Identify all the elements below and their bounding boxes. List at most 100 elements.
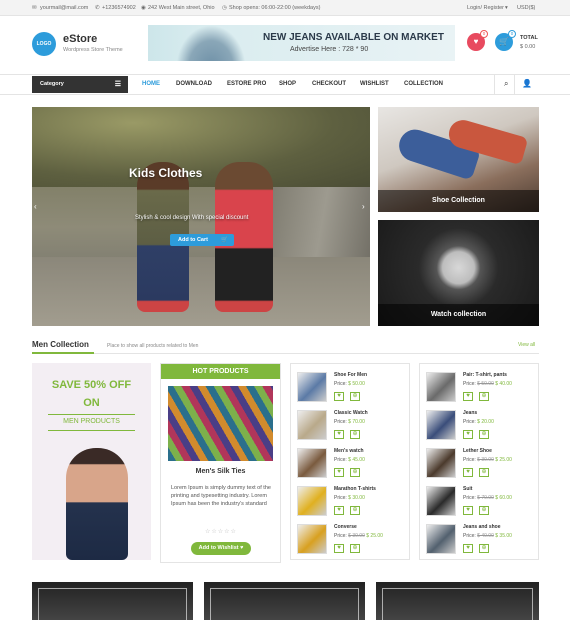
shoe-collection-tile[interactable]: Shoe Collection [378,107,539,212]
nav-shop[interactable]: SHOP [279,81,296,87]
wishlist-heart-icon[interactable]: ♥ [334,430,344,439]
product-thumbnail[interactable] [297,372,327,402]
price-label: Price: [334,419,347,425]
product-name[interactable]: Marathon T-shirts [334,486,376,492]
nav-divider [494,74,495,95]
product-name[interactable]: Pair: T-shirt, pants [463,372,507,378]
product-thumbnail[interactable] [297,524,327,554]
list-item[interactable]: Men's watch Price: $ 45.00 ♥ ⊕ [297,446,407,484]
product-name[interactable]: Men's watch [334,448,364,454]
list-item[interactable]: Jeans Price: $ 20.00 ♥ ⊕ [426,408,536,446]
product-price: Price: $ 20.00 [463,419,494,425]
cart-icon[interactable]: ⊕ [350,468,360,477]
cart-icon[interactable]: ⊕ [479,506,489,515]
wishlist-heart-icon[interactable]: ♥ [334,544,344,553]
list-item[interactable]: Marathon T-shirts Price: $ 30.00 ♥ ⊕ [297,484,407,522]
product-thumbnail[interactable] [297,410,327,440]
wishlist-heart-icon[interactable]: ♥ [463,468,473,477]
product-price: Price: $ 50.00 $ 40.00 [463,381,512,387]
currency-select[interactable]: USD($) [517,5,535,11]
product-thumbnail[interactable] [426,524,456,554]
current-price: $ 45.00 [348,457,365,463]
search-icon[interactable]: ⌕ [504,79,508,89]
category-label: Category [40,81,64,87]
product-name[interactable]: Jeans [463,410,477,416]
user-add-icon[interactable]: 👤 [522,79,532,88]
add-to-cart-button[interactable]: Add to Cart 🛒 [170,234,234,246]
product-name[interactable]: Converse [334,524,357,530]
list-item[interactable]: Shoe For Men Price: $ 50.00 ♥ ⊕ [297,370,407,408]
product-name[interactable]: Jeans and shoe [463,524,501,530]
wishlist-heart-icon[interactable]: ♥ [463,506,473,515]
cart-icon[interactable]: ⊕ [350,544,360,553]
logo[interactable]: LOGO [32,32,56,56]
product-price: Price: $ 50.00 [334,381,365,387]
current-price: $ 50.00 [348,381,365,387]
nav-collection[interactable]: COLLECTION [404,81,443,87]
list-item[interactable]: Converse Price: $ 30.00 $ 25.00 ♥ ⊕ [297,522,407,560]
cart-icon[interactable]: ⊕ [479,430,489,439]
phone-text: +1236574902 [102,5,136,11]
clock-icon: ◷ [222,5,227,11]
price-label: Price: [334,381,347,387]
product-thumbnail[interactable] [297,486,327,516]
nav-download[interactable]: DOWNLOAD [176,81,212,87]
category-dropdown[interactable]: Category ☰ [32,76,128,93]
list-item[interactable]: Jeans and shoe Price: $ 40.00 $ 35.00 ♥ ⊕ [426,522,536,560]
wishlist-heart-icon[interactable]: ♥ [463,430,473,439]
wishlist-heart-icon[interactable]: ♥ [463,392,473,401]
promo-rule [48,430,135,431]
list-item[interactable]: Suit Price: $ 70.00 $ 60.00 ♥ ⊕ [426,484,536,522]
cart-icon[interactable]: ⊕ [479,544,489,553]
slider-next-arrow[interactable]: › [362,202,365,211]
promo-banner[interactable]: SAVE 50% OFF ON MEN PRODUCTS [32,363,151,560]
list-item[interactable]: Lether Shoe Price: $ 30.00 $ 25.00 ♥ ⊕ [426,446,536,484]
current-price: $ 25.00 [366,533,383,539]
cart-icon[interactable]: ⊕ [350,430,360,439]
section-divider-accent [32,352,94,354]
email-text[interactable]: yourmail@mail.com [40,5,88,11]
bottom-banner-1[interactable] [32,582,193,620]
product-thumbnail[interactable] [426,448,456,478]
product-thumbnail[interactable] [297,448,327,478]
cart-icon[interactable]: ⊕ [350,506,360,515]
product-name[interactable]: Classic Watch [334,410,368,416]
product-name[interactable]: Shoe For Men [334,372,367,378]
hot-product-name[interactable]: Men's Silk Ties [161,468,280,475]
watch-collection-tile[interactable]: Watch collection [378,220,539,326]
wishlist-heart-icon[interactable]: ♥ [334,468,344,477]
nav-wishlist[interactable]: WISHLIST [360,81,389,87]
product-name[interactable]: Lether Shoe [463,448,492,454]
product-thumbnail[interactable] [426,410,456,440]
nav-home[interactable]: HOME [142,81,160,87]
rating-stars[interactable]: ☆☆☆☆☆ [205,528,237,535]
cart-icon[interactable]: ⊕ [479,392,489,401]
wishlist-heart-icon[interactable]: ♥ [334,506,344,515]
old-price: $ 70.00 [477,495,494,501]
brand-name[interactable]: eStore [63,33,97,45]
product-thumbnail[interactable] [426,486,456,516]
slider-prev-arrow[interactable]: ‹ [34,202,37,211]
login-link[interactable]: Login/ Register [467,5,504,11]
product-price: Price: $ 30.00 $ 25.00 [334,533,383,539]
wishlist-heart-icon[interactable]: ♥ [463,544,473,553]
wishlist-heart-icon[interactable]: ♥ [334,392,344,401]
product-name[interactable]: Suit [463,486,472,492]
add-to-cart-label: Add to Cart [178,237,208,243]
list-item[interactable]: Classic Watch Price: $ 70.00 ♥ ⊕ [297,408,407,446]
cart-icon[interactable]: ⊕ [350,392,360,401]
ad-banner[interactable]: NEW JEANS AVAILABLE ON MARKET Advertise … [148,25,455,61]
nav-estore-pro[interactable]: ESTORE PRO [227,81,266,87]
list-item[interactable]: Pair: T-shirt, pants Price: $ 50.00 $ 40.… [426,370,536,408]
cart-icon[interactable]: ⊕ [479,468,489,477]
nav-checkout[interactable]: CHECKOUT [312,81,346,87]
price-label: Price: [334,457,347,463]
product-image-ties[interactable] [168,386,273,461]
price-label: Price: [334,495,347,501]
bottom-banner-2[interactable] [204,582,365,620]
bottom-banner-3[interactable] [376,582,539,620]
view-all-link[interactable]: View all [518,342,535,348]
add-to-wishlist-button[interactable]: Add to Wishlist ♥ [191,542,251,555]
product-thumbnail[interactable] [426,372,456,402]
price-label: Price: [463,533,476,539]
